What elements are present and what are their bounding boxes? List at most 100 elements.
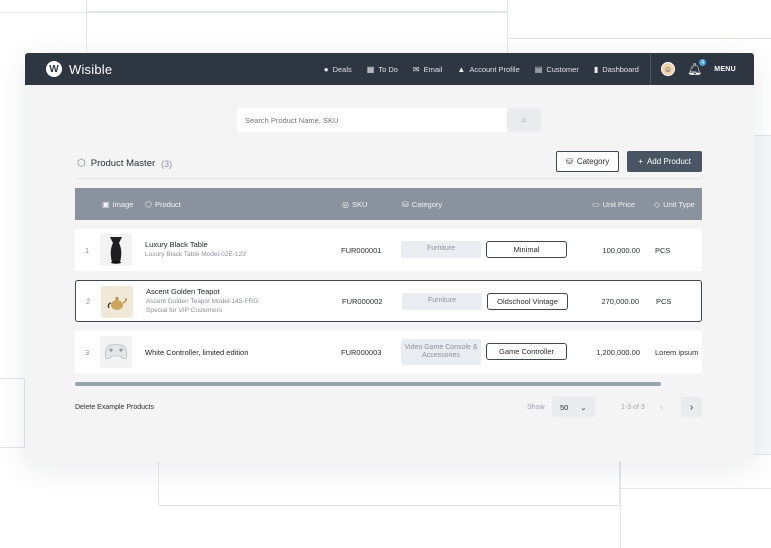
top-navbar: W Wisible ● Deals ▦ To Do ✉ Email ▲ Acco…	[25, 53, 754, 85]
table-footer: Delete Example Products Show 50 ⌄ 1-3 of…	[75, 396, 702, 418]
nav-item-customer[interactable]: ▤ Customer	[535, 65, 579, 74]
header-actions: ⛁ Category + Add Product	[556, 151, 702, 172]
bg-decoration	[620, 462, 621, 548]
section-header: ⬡ Product Master (3) ⛁ Category + Add Pr…	[77, 149, 702, 179]
show-label: Show	[527, 403, 545, 411]
product-name[interactable]: Ascent Golden Teapot	[146, 287, 220, 296]
category-badge: Video Game Console & Accessories	[401, 339, 481, 365]
product-subtitle: Ascent Golden Teapot Model-145-FRG	[146, 298, 259, 306]
image-icon: ▣	[102, 199, 110, 209]
horizontal-scrollbar[interactable]	[75, 382, 661, 386]
category-badge: Furniture	[401, 241, 481, 258]
table-row[interactable]: 1 Luxury Black Table Luxury Black Table …	[75, 229, 702, 271]
nav-item-email[interactable]: ✉ Email	[413, 65, 442, 74]
menu-button[interactable]: MENU	[714, 66, 736, 73]
calendar-icon: ▦	[366, 64, 375, 74]
table-image-icon	[110, 237, 122, 264]
bg-decoration	[86, 12, 508, 52]
delete-example-products-link[interactable]: Delete Example Products	[75, 404, 154, 411]
banknote-icon: ▭	[592, 199, 600, 209]
circle-dollar-icon: ●	[323, 64, 329, 74]
pagination-range: 1-3 of 3	[621, 403, 645, 411]
column-header-sku[interactable]: ◎ SKU	[342, 200, 367, 209]
chevron-down-icon: ⌄	[580, 402, 587, 412]
nav-right: ☺ 🔔︎ 4 MENU	[651, 53, 754, 85]
sku-value: FUR000003	[341, 347, 382, 357]
chevron-left-icon[interactable]: ‹	[660, 402, 663, 412]
column-header-unit-type[interactable]: ◇ Unit Type	[654, 200, 695, 209]
bar-chart-icon: ▮	[593, 64, 599, 74]
product-image	[100, 336, 132, 368]
unit-price: 100,000.00	[602, 245, 640, 255]
app-window: W Wisible ● Deals ▦ To Do ✉ Email ▲ Acco…	[25, 53, 754, 462]
column-header-product[interactable]: ⬡ Product	[145, 200, 181, 209]
barcode-icon: ◎	[342, 199, 349, 209]
unit-price: 270,000.00	[601, 296, 639, 306]
bell-icon[interactable]: 🔔︎ 4	[687, 59, 707, 76]
add-product-button[interactable]: + Add Product	[627, 151, 702, 172]
database-icon: ⛁	[566, 157, 573, 166]
brand-logo-icon: W	[46, 61, 62, 77]
unit-type: PCS	[656, 296, 672, 306]
next-page-button[interactable]: ›	[681, 397, 702, 417]
nav-items: ● Deals ▦ To Do ✉ Email ▲ Account Profil…	[309, 53, 754, 85]
search-icon: ⌕	[521, 114, 527, 126]
box-icon: ⬡	[145, 199, 152, 209]
product-name[interactable]: White Controller, limited edition	[145, 348, 248, 357]
unit-type: PCS	[655, 245, 671, 255]
row-index: 1	[85, 245, 90, 255]
mail-icon: ✉	[412, 64, 420, 74]
table-row[interactable]: 3 White Controller, limited edition FUR0…	[75, 331, 702, 373]
bg-decoration	[753, 135, 771, 455]
column-header-category[interactable]: ⛁ Category	[402, 200, 442, 209]
brand-name: Wisible	[69, 61, 113, 77]
page-title: Product Master	[90, 158, 156, 169]
tag-badge[interactable]: Minimal	[486, 241, 567, 258]
bg-decoration	[86, 0, 508, 12]
row-index: 3	[85, 347, 90, 357]
bg-decoration	[0, 12, 86, 13]
tag-badge[interactable]: Game Controller	[486, 343, 567, 360]
page-size-select[interactable]: 50 ⌄	[552, 397, 595, 417]
nav-item-dashboard[interactable]: ▮ Dashboard	[594, 65, 639, 74]
notification-badge: 4	[699, 59, 707, 66]
category-badge: Furniture	[402, 293, 482, 310]
table-row[interactable]: 2 Ascent Golden Teapot Ascent Golden Tea…	[75, 280, 702, 322]
search-input[interactable]	[237, 108, 507, 132]
product-name[interactable]: Luxury Black Table	[145, 240, 208, 249]
product-subtitle: Luxury Black Table Model-02E-123	[145, 251, 246, 259]
avatar[interactable]: ☺	[660, 62, 675, 76]
bg-decoration	[620, 488, 771, 489]
product-image	[101, 286, 133, 318]
product-note: Special for VIP Customers	[146, 306, 223, 314]
product-cell: Luxury Black Table Luxury Black Table Mo…	[145, 229, 246, 271]
box-icon: ⬡	[77, 158, 86, 169]
unit-type: Lorem ipsum	[655, 347, 699, 357]
nav-item-deals[interactable]: ● Deals	[324, 65, 352, 74]
game-controller-icon	[104, 344, 128, 360]
building-icon: ▤	[534, 64, 543, 74]
brand[interactable]: W Wisible	[46, 61, 112, 77]
bg-decoration	[508, 38, 771, 39]
product-table: ▣ Image ⬡ Product ◎ SKU ⛁ Category ▭ Uni…	[75, 188, 702, 373]
bg-decoration	[158, 462, 620, 506]
nav-item-account-profile[interactable]: ▲ Account Profile	[457, 65, 519, 74]
plus-icon: +	[638, 157, 643, 166]
row-index: 2	[86, 296, 91, 306]
unit-price: 1,200,000.00	[596, 347, 640, 357]
bg-decoration	[0, 378, 25, 448]
search-bar: ⌕	[237, 108, 541, 132]
nav-item-todo[interactable]: ▦ To Do	[367, 65, 398, 74]
sku-value: FUR000002	[342, 296, 383, 306]
column-header-unit-price[interactable]: ▭ Unit Price	[592, 200, 635, 209]
sku-value: FUR000001	[341, 245, 382, 255]
category-button[interactable]: ⛁ Category	[556, 151, 620, 172]
column-header-image[interactable]: ▣ Image	[102, 200, 133, 209]
chevron-right-icon: ›	[689, 401, 694, 413]
product-cell: Ascent Golden Teapot Ascent Golden Teapo…	[146, 281, 258, 321]
search-button[interactable]: ⌕	[507, 108, 541, 132]
product-image	[100, 234, 132, 266]
tag-badge[interactable]: Oldschool Vintage	[487, 293, 568, 310]
teapot-icon	[107, 297, 127, 310]
database-icon: ⛁	[402, 199, 409, 209]
